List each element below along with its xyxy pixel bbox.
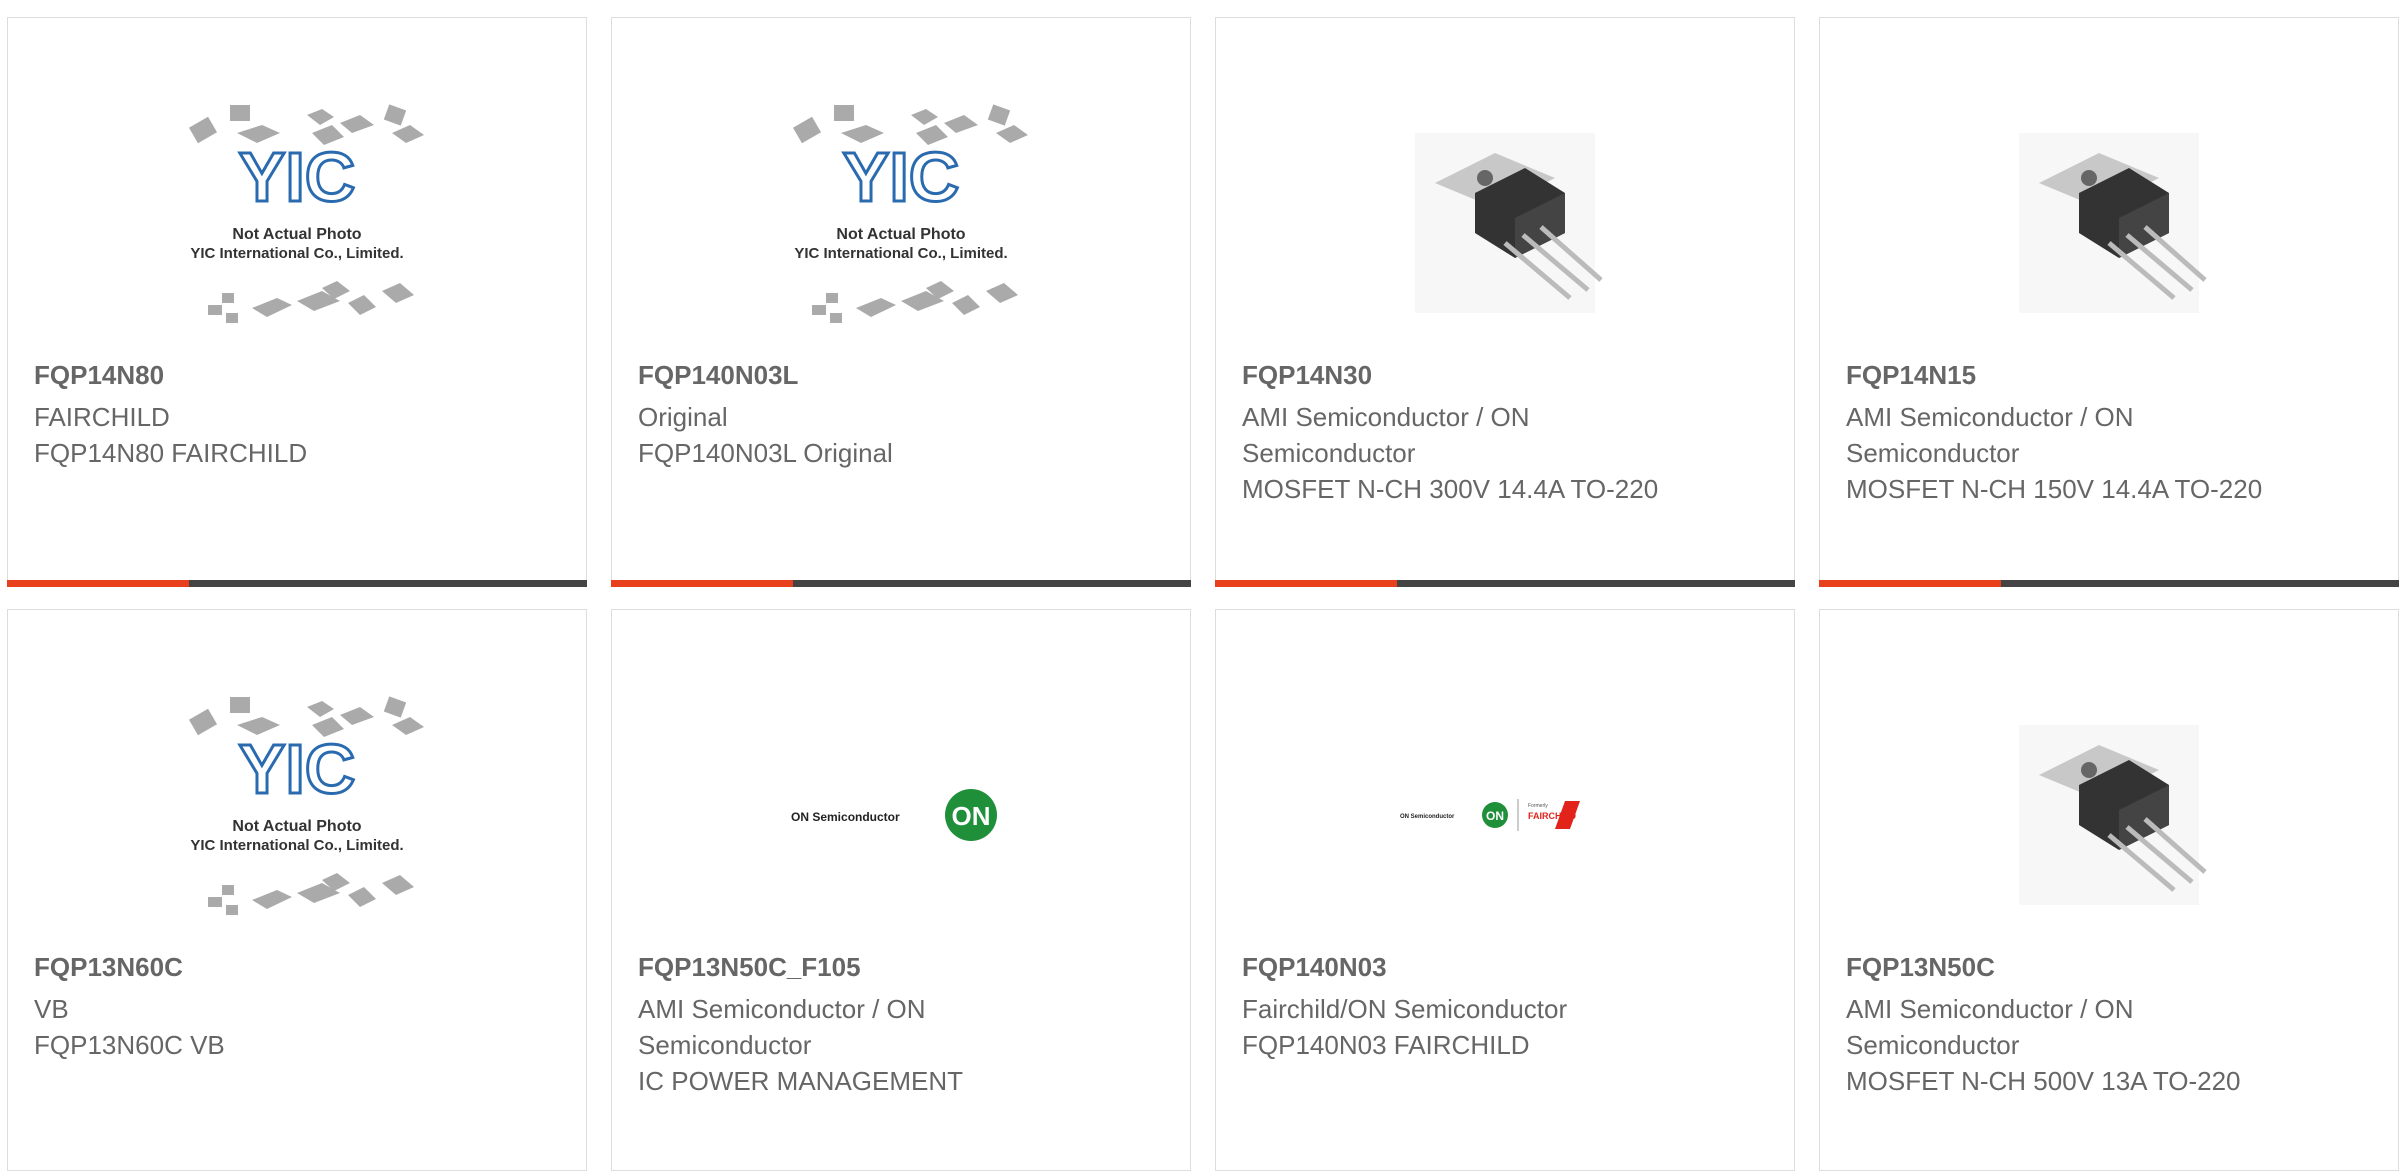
yic-placeholder-image: YIC Not Actual Photo YIC International C…	[188, 104, 424, 323]
product-grid: YIC Not Actual Photo YIC International C…	[7, 17, 2400, 1171]
product-card[interactable]: ON Semiconductor ON FQP13N50C_F105 AMI S…	[611, 609, 1191, 1171]
on-semiconductor-logo-image: ON Semiconductor ON	[791, 789, 997, 841]
product-description: MOSFET N-CH 500V 13A TO-220	[1846, 1066, 2241, 1096]
card-accent-bar	[7, 580, 189, 587]
svg-text:Not Actual Photo: Not Actual Photo	[232, 226, 361, 243]
product-image[interactable]	[1820, 78, 2398, 368]
product-description: FQP14N80 FAIRCHILD	[34, 438, 308, 468]
product-card[interactable]: FQP14N30 AMI Semiconductor / ON Semicond…	[1215, 17, 1795, 587]
yic-logo-icon: YIC	[239, 138, 356, 216]
product-name[interactable]: FQP14N80	[34, 360, 164, 391]
svg-text:ON Semiconductor: ON Semiconductor	[1400, 814, 1455, 820]
svg-text:Not Actual Photo: Not Actual Photo	[836, 226, 965, 243]
product-brand: AMI Semiconductor / ON Semiconductor MOS…	[1242, 399, 1672, 507]
product-name[interactable]: FQP14N30	[1242, 360, 1372, 391]
product-brand: Original FQP140N03L Original	[638, 399, 1068, 471]
product-description: MOSFET N-CH 300V 14.4A TO-220	[1242, 474, 1659, 504]
to220-transistor-image	[2019, 133, 2207, 313]
svg-text:Formerly: Formerly	[1528, 803, 1548, 809]
card-bottom-bar	[611, 580, 1191, 587]
product-brand: AMI Semiconductor / ON Semiconductor IC …	[638, 991, 1068, 1099]
svg-text:ON: ON	[952, 801, 991, 831]
product-description: IC POWER MANAGEMENT	[638, 1066, 964, 1096]
yic-placeholder-image: YIC Not Actual Photo YIC International C…	[188, 696, 424, 915]
product-card[interactable]: YIC Not Actual Photo YIC International C…	[7, 17, 587, 587]
on-fairchild-logo-image: ON Semiconductor ON Formerly FAIRCHILD	[1400, 799, 1580, 831]
product-card[interactable]: ON Semiconductor ON Formerly FAIRCHILD F…	[1215, 609, 1795, 1171]
product-description: FQP13N60C VB	[34, 1030, 225, 1060]
card-accent-bar	[1819, 580, 2001, 587]
product-brand: Fairchild/ON Semiconductor FQP140N03 FAI…	[1242, 991, 1672, 1063]
product-card[interactable]: YIC Not Actual Photo YIC International C…	[7, 609, 587, 1171]
brand-label: AMI Semiconductor / ON Semiconductor	[1846, 994, 2134, 1060]
svg-text:Not Actual Photo: Not Actual Photo	[232, 818, 361, 835]
brand-label: VB	[34, 994, 69, 1024]
product-name[interactable]: FQP14N15	[1846, 360, 1976, 391]
product-image[interactable]	[1820, 670, 2398, 960]
product-image[interactable]: YIC Not Actual Photo YIC International C…	[8, 670, 586, 960]
svg-text:YIC International Co., Limited: YIC International Co., Limited.	[190, 837, 403, 854]
brand-label: AMI Semiconductor / ON Semiconductor	[1846, 402, 2134, 468]
brand-label: AMI Semiconductor / ON Semiconductor	[638, 994, 926, 1060]
product-card[interactable]: FQP14N15 AMI Semiconductor / ON Semicond…	[1819, 17, 2399, 587]
product-image[interactable]: YIC Not Actual Photo YIC International C…	[8, 78, 586, 368]
card-bottom-bar	[1819, 580, 2399, 587]
to220-transistor-image	[2019, 725, 2207, 905]
brand-label: FAIRCHILD	[34, 402, 170, 432]
card-accent-bar	[1215, 580, 1397, 587]
product-description: MOSFET N-CH 150V 14.4A TO-220	[1846, 474, 2263, 504]
brand-label: AMI Semiconductor / ON Semiconductor	[1242, 402, 1530, 468]
svg-text:FAIRCHILD: FAIRCHILD	[1528, 811, 1576, 821]
card-accent-bar	[611, 580, 793, 587]
product-image[interactable]: ON Semiconductor ON	[612, 670, 1190, 960]
svg-text:ON Semiconductor: ON Semiconductor	[791, 810, 900, 824]
product-name[interactable]: FQP13N60C	[34, 952, 183, 983]
svg-text:YIC International Co., Limited: YIC International Co., Limited.	[794, 245, 1007, 262]
brand-label: Original	[638, 402, 728, 432]
product-card[interactable]: YIC Not Actual Photo YIC International C…	[611, 17, 1191, 587]
product-image[interactable]: YIC Not Actual Photo YIC International C…	[612, 78, 1190, 368]
product-name[interactable]: FQP140N03L	[638, 360, 798, 391]
product-name[interactable]: FQP140N03	[1242, 952, 1387, 983]
product-description: FQP140N03L Original	[638, 438, 893, 468]
yic-logo-icon: YIC	[239, 730, 356, 808]
yic-placeholder-image: YIC Not Actual Photo YIC International C…	[792, 104, 1028, 323]
product-brand: VB FQP13N60C VB	[34, 991, 464, 1063]
card-bottom-bar	[7, 580, 587, 587]
product-image[interactable]: ON Semiconductor ON Formerly FAIRCHILD	[1216, 670, 1794, 960]
product-brand: FAIRCHILD FQP14N80 FAIRCHILD	[34, 399, 464, 471]
product-name[interactable]: FQP13N50C_F105	[638, 952, 861, 983]
card-bottom-bar	[1215, 580, 1795, 587]
product-brand: AMI Semiconductor / ON Semiconductor MOS…	[1846, 399, 2276, 507]
product-brand: AMI Semiconductor / ON Semiconductor MOS…	[1846, 991, 2276, 1099]
product-description: FQP140N03 FAIRCHILD	[1242, 1030, 1530, 1060]
product-name[interactable]: FQP13N50C	[1846, 952, 1995, 983]
brand-label: Fairchild/ON Semiconductor	[1242, 994, 1568, 1024]
svg-text:ON: ON	[1486, 809, 1504, 823]
product-image[interactable]	[1216, 78, 1794, 368]
yic-logo-icon: YIC	[843, 138, 960, 216]
to220-transistor-image	[1415, 133, 1603, 313]
svg-text:YIC International Co., Limited: YIC International Co., Limited.	[190, 245, 403, 262]
product-card[interactable]: FQP13N50C AMI Semiconductor / ON Semicon…	[1819, 609, 2399, 1171]
